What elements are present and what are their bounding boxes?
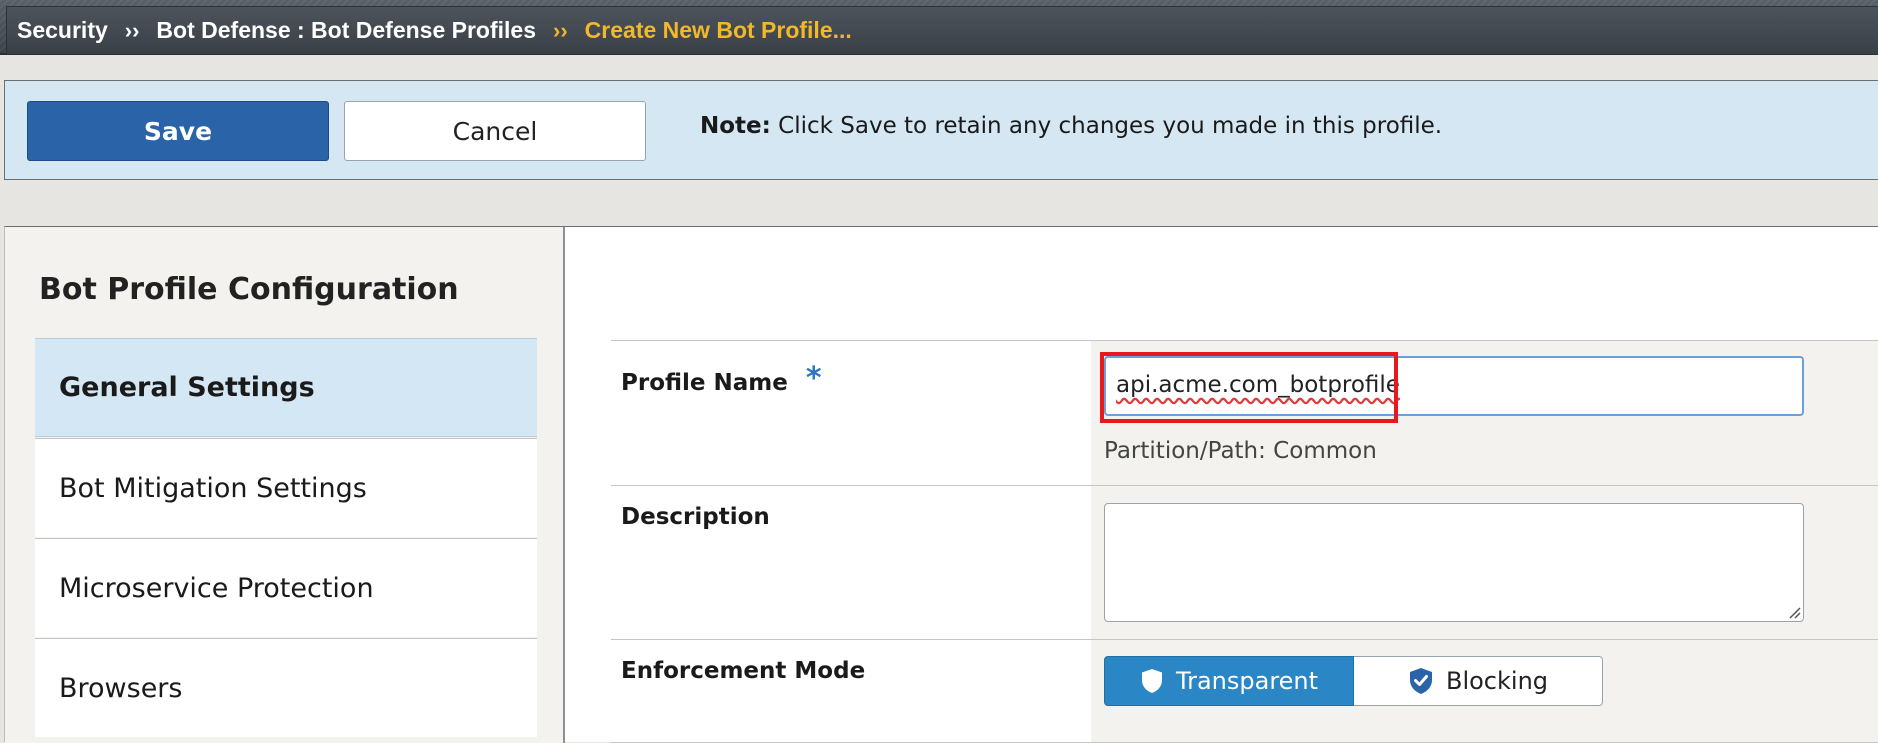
breadcrumb: Security ›› Bot Defense : Bot Defense Pr… <box>6 6 1878 54</box>
enforcement-mode-toggle: Transparent Blocking <box>1104 656 1603 706</box>
shield-check-icon <box>1409 668 1432 694</box>
shield-icon <box>1141 669 1162 693</box>
breadcrumb-separator: ›› <box>553 17 568 43</box>
note-label: Note: <box>700 113 771 139</box>
sidebar-item-label: Microservice Protection <box>59 572 374 604</box>
sidebar-item-browsers[interactable]: Browsers <box>35 638 537 737</box>
action-bar: Save Cancel Note: Click Save to retain a… <box>4 80 1878 180</box>
breadcrumb-separator: ›› <box>124 17 140 43</box>
save-button[interactable]: Save <box>27 101 329 161</box>
description-textarea[interactable] <box>1104 503 1804 622</box>
breadcrumb-item-bot-defense-profiles[interactable]: Bot Defense : Bot Defense Profiles <box>156 17 536 44</box>
profile-name-input[interactable]: api.acme.com_botprofile <box>1104 356 1804 416</box>
sidebar-item-general-settings[interactable]: General Settings <box>35 338 537 437</box>
sidebar-item-label: Bot Mitigation Settings <box>59 472 367 504</box>
description-label: Description <box>621 504 770 530</box>
profile-name-label-text: Profile Name <box>621 370 788 396</box>
breadcrumb-bar: Security ›› Bot Defense : Bot Defense Pr… <box>0 0 1878 55</box>
note-text: Click Save to retain any changes you mad… <box>778 113 1443 139</box>
config-sidebar: Bot Profile Configuration General Settin… <box>5 227 565 743</box>
cancel-button[interactable]: Cancel <box>344 101 646 161</box>
blocking-option-label: Blocking <box>1445 667 1549 695</box>
sidebar-title: Bot Profile Configuration <box>39 272 459 307</box>
enforcement-mode-label: Enforcement Mode <box>621 658 866 684</box>
breadcrumb-item-security[interactable]: Security <box>17 17 108 44</box>
transparent-option[interactable]: Transparent <box>1104 656 1354 706</box>
profile-name-value: api.acme.com_botprofile <box>1116 372 1400 398</box>
profile-name-label: Profile Name * <box>621 361 822 398</box>
sidebar-item-label: General Settings <box>59 372 315 403</box>
blocking-option[interactable]: Blocking <box>1354 656 1603 706</box>
required-asterisk: * <box>805 361 822 396</box>
resize-handle-icon[interactable] <box>1785 603 1801 619</box>
breadcrumb-current: Create New Bot Profile... <box>584 17 852 43</box>
transparent-option-label: Transparent <box>1175 667 1319 695</box>
partition-path-text: Partition/Path: Common <box>1104 438 1377 464</box>
sidebar-item-microservice-protection[interactable]: Microservice Protection <box>35 538 537 637</box>
save-note: Note: Click Save to retain any changes y… <box>700 113 1442 139</box>
sidebar-item-label: Browsers <box>59 672 183 704</box>
sidebar-item-bot-mitigation-settings[interactable]: Bot Mitigation Settings <box>35 438 537 537</box>
